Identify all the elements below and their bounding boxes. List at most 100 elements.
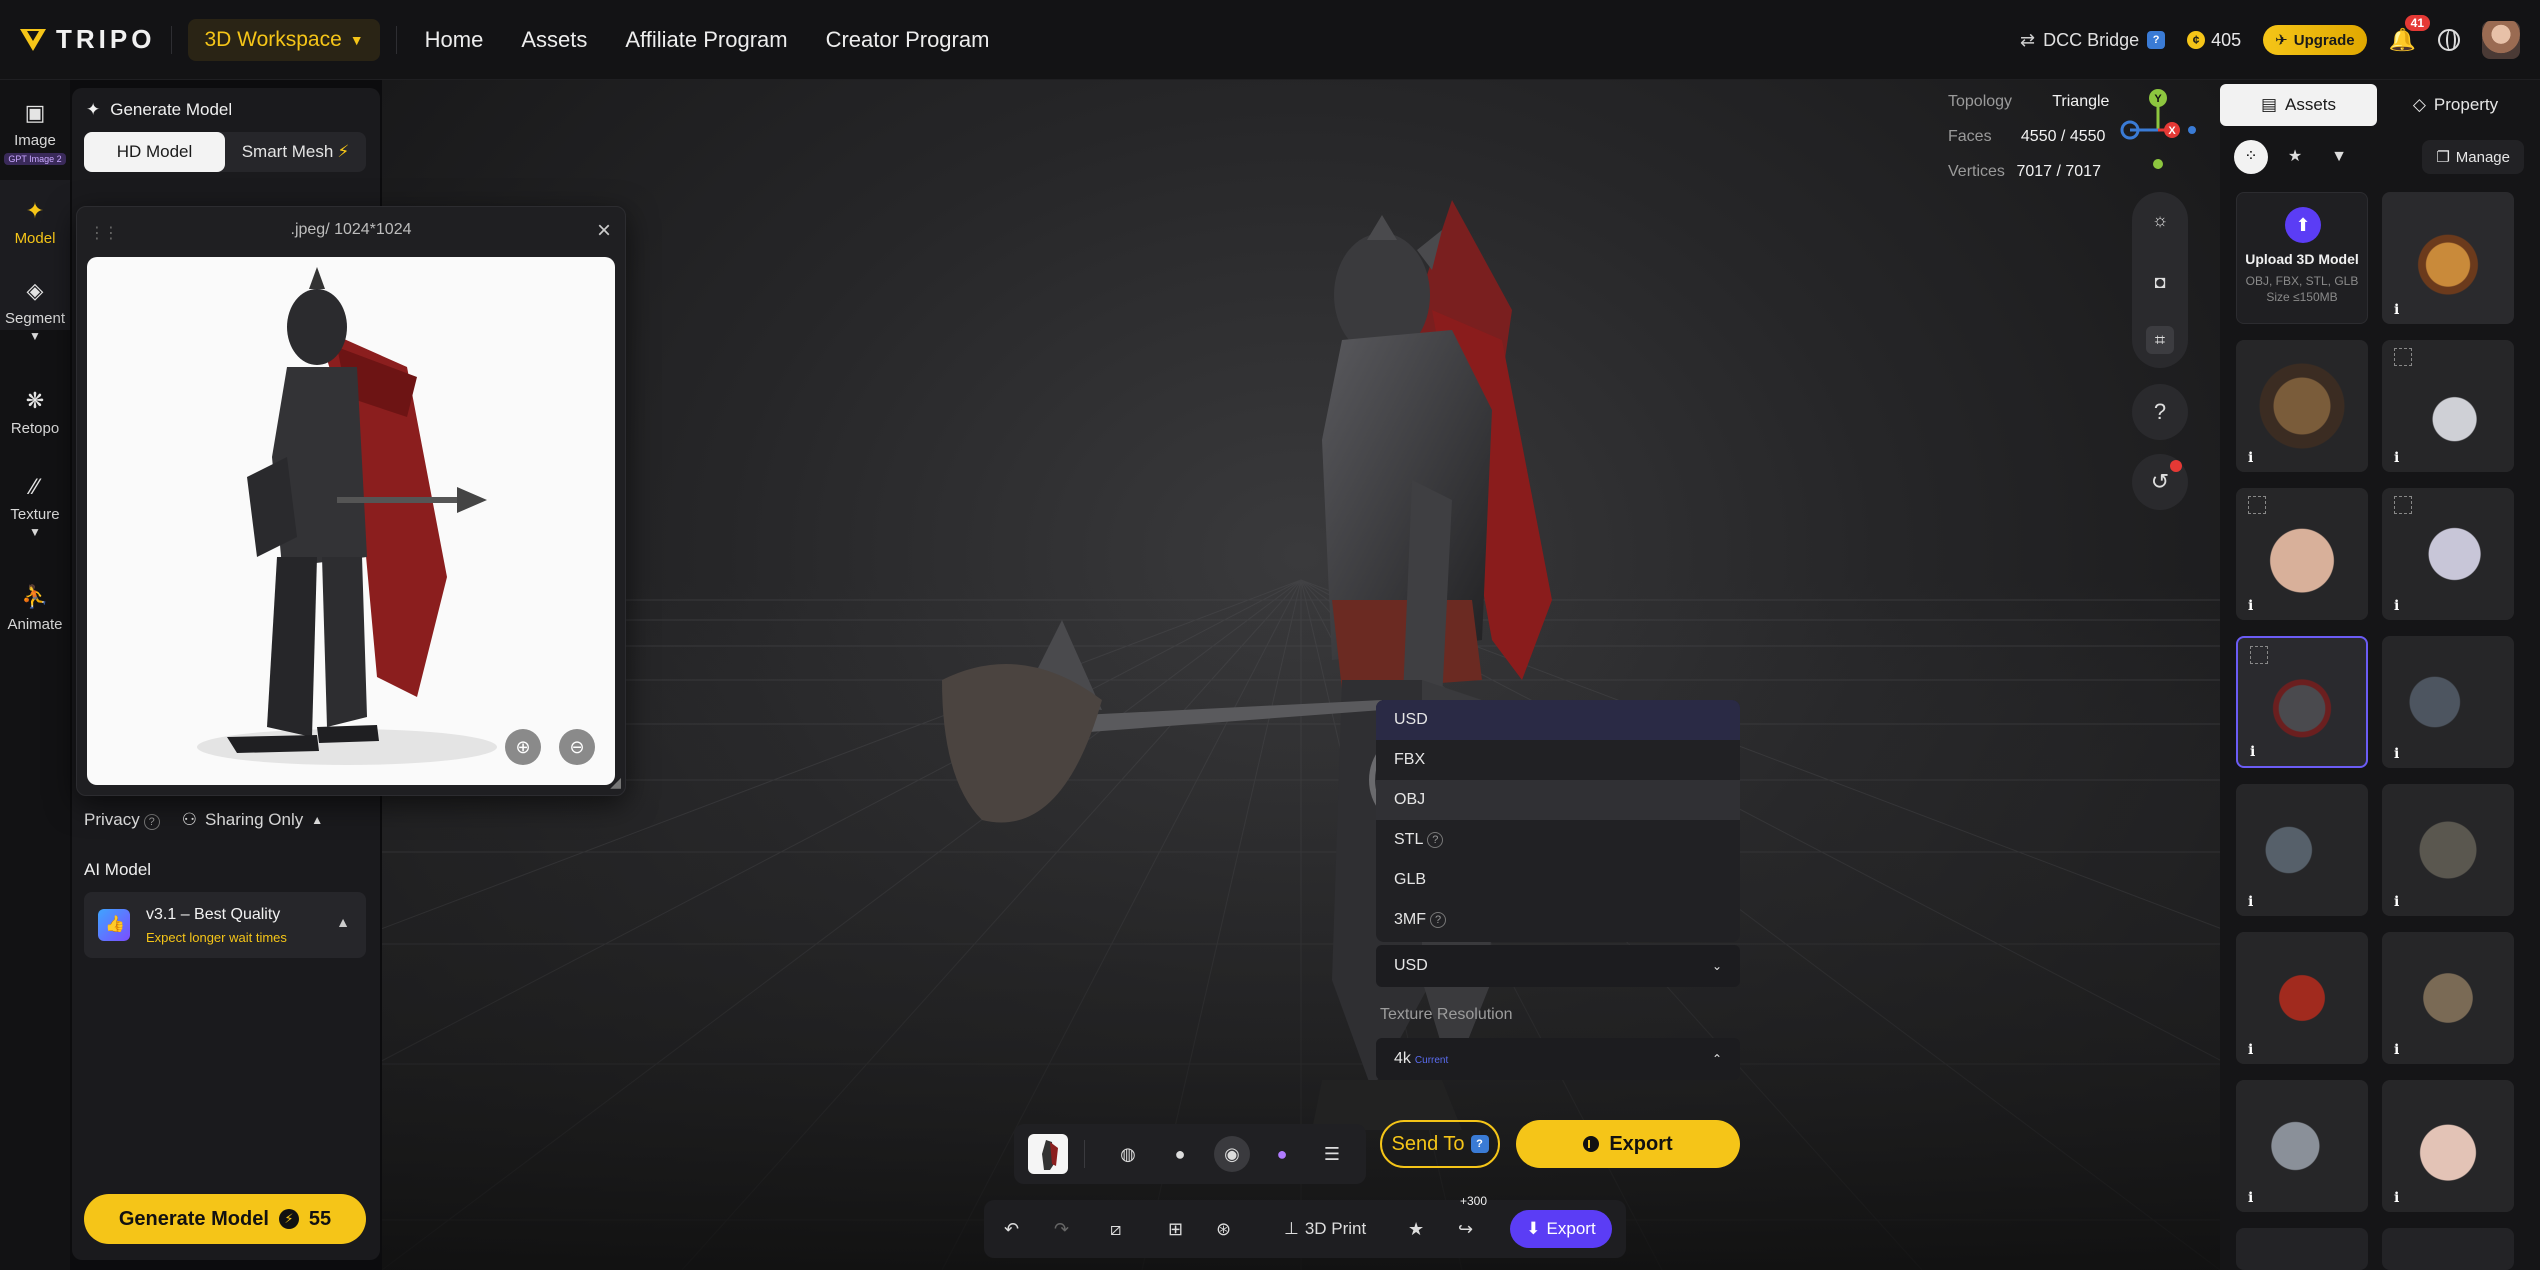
asset-tile[interactable]: i [2236,932,2368,1064]
generate-model-button[interactable]: Generate Model ⚡ 55 [84,1194,366,1244]
rail-item-model[interactable]: ✦ Model [0,198,70,247]
info-icon[interactable]: i [2394,598,2399,614]
generate-cost: 55 [308,1207,332,1230]
info-icon[interactable]: i [2394,450,2399,466]
history-button[interactable]: ↺ [2132,454,2188,510]
hd-model-option[interactable]: HD Model [84,132,225,172]
sharing-value: Sharing Only [204,810,304,829]
info-icon[interactable]: i [2394,746,2399,762]
asset-tile[interactable]: i [2236,488,2368,620]
export-button[interactable]: ⬇ Export [1510,1210,1612,1248]
asset-tile[interactable]: i [2382,340,2514,472]
credits-display[interactable]: ¢ 405 [2187,30,2241,51]
help-button[interactable]: ? [2132,384,2188,440]
ai-model-selector[interactable]: v3.1 – Best Quality Expect longer wait t… [84,892,366,958]
sharing-dropdown[interactable]: ⚇ Sharing Only ▲ [182,810,323,830]
info-icon[interactable]: i [2248,598,2253,614]
info-icon[interactable]: i [2394,302,2399,318]
model-thumbnail[interactable] [1028,1134,1068,1174]
tab-assets[interactable]: ▤ Assets [2220,84,2377,126]
textured-mode-icon[interactable]: ◉ [1214,1136,1250,1172]
settings-sliders-icon[interactable]: ☰ [1314,1136,1350,1172]
slice-icon[interactable]: ⧄ [1110,1214,1121,1244]
figure-icon: ⛹ [21,584,49,609]
close-icon[interactable]: × [597,217,611,245]
grid-view-icon[interactable]: ⁘ [2234,140,2268,174]
undo-icon[interactable]: ↶ [1004,1214,1019,1244]
zoom-out-icon[interactable]: ⊖ [559,729,595,765]
help-icon[interactable]: ? [143,814,160,830]
rail-item-image[interactable]: ▣ Image GPT Image 2 [0,100,70,166]
grid-toggle-icon[interactable]: ⌗ [2146,326,2174,354]
asset-tile[interactable]: i [2382,784,2514,916]
format-option-usd[interactable]: USD [1376,700,1740,740]
asset-tile[interactable]: i [2236,340,2368,472]
notifications-button[interactable]: 🔔 41 [2389,15,2430,53]
funnel-filter-icon[interactable]: ▼ [2322,140,2356,174]
axis-gizmo[interactable]: Y X [2118,86,2198,176]
info-icon[interactable]: i [2248,1042,2253,1058]
asset-tile[interactable] [2236,1228,2368,1270]
rail-item-texture[interactable]: ⁄⁄ Texture ▼ [0,474,70,540]
image-meta: .jpeg/ 1024*1024 [290,221,412,238]
material-mode-icon[interactable]: ● [1264,1136,1300,1172]
resize-handle-icon[interactable]: ◢ [610,774,621,791]
info-icon[interactable]: i [2394,894,2399,910]
upload-formats-text: OBJ, FBX, STL, GLB [2245,274,2359,288]
asset-tile[interactable]: i [2382,192,2514,324]
export-confirm-button[interactable]: Export [1516,1120,1740,1168]
wireframe-mode-icon[interactable]: ◍ [1110,1136,1146,1172]
asset-tile-selected[interactable]: i [2236,636,2368,768]
reference-image-popup[interactable]: ⋮⋮ .jpeg/ 1024*1024 × ⊕ ⊖ ◢ [76,206,626,796]
dcc-bridge-button[interactable]: ⇄ DCC Bridge ? [2020,30,2166,51]
info-icon[interactable]: i [2394,1042,2399,1058]
view-rotate-icon[interactable]: ⊛ [1216,1214,1231,1244]
manage-button[interactable]: ❐ Manage [2422,140,2524,174]
rail-item-segment[interactable]: ◈ Segment ▼ [0,278,70,344]
3d-print-button[interactable]: ⊥ 3D Print [1284,1214,1366,1244]
send-to-button[interactable]: Send To ? [1380,1120,1500,1168]
zoom-in-icon[interactable]: ⊕ [505,729,541,765]
smart-mesh-option[interactable]: Smart Mesh ⚡ [225,132,366,172]
star-filter-icon[interactable]: ★ [2278,140,2312,174]
asset-tile[interactable]: i [2382,932,2514,1064]
asset-tile[interactable] [2382,1228,2514,1270]
nav-creator[interactable]: Creator Program [826,27,990,53]
asset-tile[interactable]: i [2382,488,2514,620]
rail-item-animate[interactable]: ⛹ Animate [0,584,70,633]
tab-property[interactable]: ◇ Property [2377,84,2534,126]
info-icon[interactable]: i [2248,894,2253,910]
share-arrow-icon[interactable]: ↪ [1458,1214,1473,1244]
upload-3d-model-tile[interactable]: ⬆ Upload 3D Model OBJ, FBX, STL, GLB Size… [2236,192,2368,324]
nav-affiliate[interactable]: Affiliate Program [625,27,787,53]
info-icon[interactable]: i [2250,744,2255,760]
upgrade-button[interactable]: ✈ Upgrade [2263,25,2367,55]
asset-tile[interactable]: i [2382,1080,2514,1212]
clay-mode-icon[interactable]: ● [1162,1136,1198,1172]
user-avatar[interactable] [2482,21,2520,59]
3d-viewport[interactable] [382,80,2220,1270]
mesh-icon: ❋ [25,388,45,413]
language-globe-icon[interactable] [2438,29,2460,51]
info-icon[interactable]: i [2394,1190,2399,1206]
nav-home[interactable]: Home [425,27,484,53]
divider [171,25,173,54]
texture-resolution-select[interactable]: 4k Current ⌃ [1376,1038,1740,1080]
tripo-logo[interactable]: TRIPO [20,24,155,55]
redo-icon[interactable]: ↷ [1054,1214,1069,1244]
format-select[interactable]: USD ⌄ [1376,945,1740,987]
workspace-dropdown[interactable]: 3D Workspace ▼ [188,18,380,61]
asset-tile[interactable]: i [2382,636,2514,768]
info-icon[interactable]: i [2248,450,2253,466]
favorite-star-icon[interactable]: ★ [1408,1214,1424,1244]
gift-icon[interactable]: ⊞ [1168,1214,1183,1244]
ai-model-label: AI Model [84,860,152,879]
nav-assets[interactable]: Assets [521,27,587,53]
asset-tile[interactable]: i [2236,784,2368,916]
rail-item-retopo[interactable]: ❋ Retopo [0,388,70,437]
camera-icon[interactable]: ◘ [2146,268,2174,296]
light-icon[interactable]: ☼ [2146,206,2174,234]
asset-tile[interactable]: i [2236,1080,2368,1212]
ai-model-name: v3.1 – Best Quality [146,906,281,923]
info-icon[interactable]: i [2248,1190,2253,1206]
